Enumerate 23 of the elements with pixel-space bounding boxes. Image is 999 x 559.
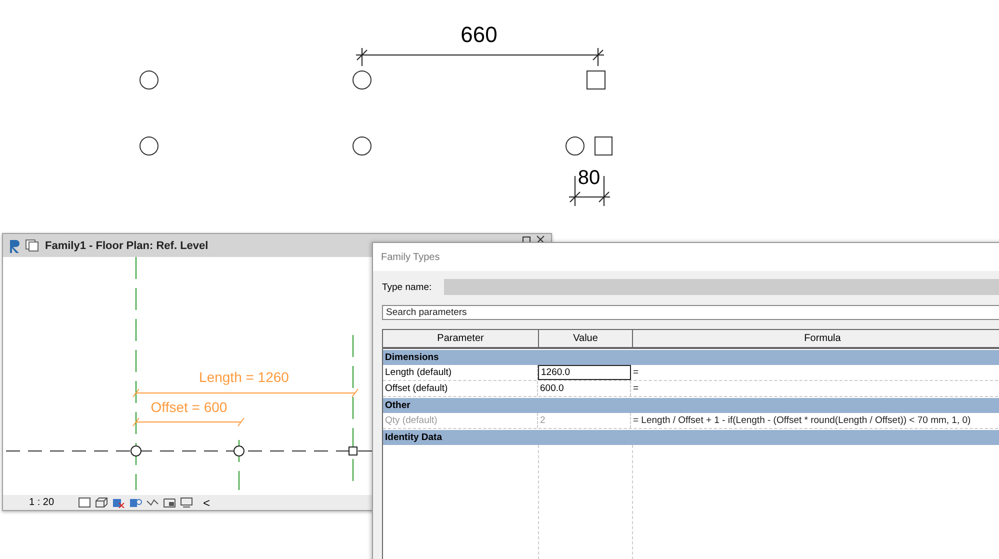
dimension-label: 660 [460,22,498,47]
parameter-cell: Length (default) [383,365,538,380]
dimension-label: 80 [578,167,600,189]
search-field[interactable]: Search parameters [382,305,999,320]
window-title: Family1 - Floor Plan: Ref. Level [45,240,208,252]
group-header[interactable]: Other [383,398,999,413]
value-cell[interactable]: 1260.0 [538,365,631,380]
type-name-label: Type name: [382,282,432,292]
dimension-label: Length = 1260 [199,369,289,385]
column-header[interactable]: Parameter [383,330,539,347]
parameter-cell: Qty (default) [383,413,538,428]
group-header[interactable]: Dimensions [383,350,999,365]
formula-cell[interactable]: = [631,365,999,380]
scale-label[interactable]: 1 : 20 [29,497,54,508]
formula-cell[interactable]: = [631,381,999,396]
value-cell[interactable]: 600.0 [538,381,631,396]
collapse-button[interactable]: < [203,496,210,510]
column-header[interactable]: Formula [633,330,999,347]
parameter-cell: Offset (default) [383,381,538,396]
dimension-label: Offset = 600 [150,399,228,415]
column-header[interactable]: Value [539,330,633,347]
group-header[interactable]: Identity Data [383,430,999,445]
dialog-title: Family Types [381,252,440,262]
